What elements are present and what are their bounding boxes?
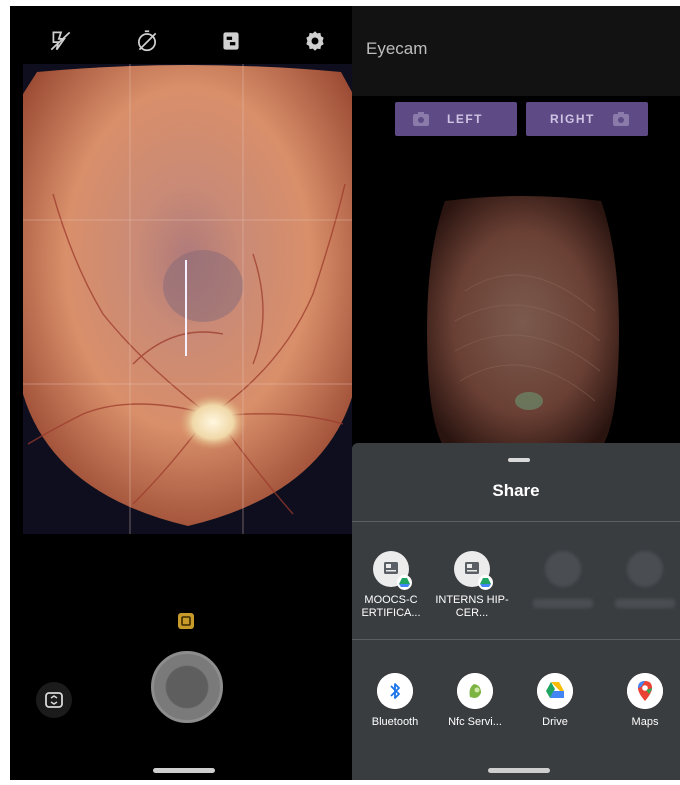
camera-screen [10, 6, 352, 780]
gesture-nav-handle[interactable] [153, 768, 215, 773]
app-title: Eyecam [366, 39, 428, 58]
switch-camera-icon [45, 692, 63, 708]
document-icon [454, 551, 493, 590]
share-target-moocs-certificate[interactable]: MOOCS-C ERTIFICA... [354, 551, 428, 620]
flash-auto-icon[interactable] [175, 610, 197, 632]
bluetooth-icon [377, 673, 413, 709]
placeholder-label [615, 599, 675, 608]
settings-icon[interactable] [302, 28, 328, 54]
divider [352, 521, 680, 522]
placeholder-label [533, 599, 593, 608]
drive-badge-icon [478, 575, 493, 590]
google-maps-icon [627, 673, 663, 709]
eyecam-screen: Eyecam LEFT RIGHT Share MOOCS-C ERTIFICA… [352, 6, 680, 780]
timer-off-icon[interactable] [134, 28, 160, 54]
sheet-drag-handle[interactable] [508, 458, 530, 462]
share-target-placeholder [608, 551, 680, 608]
share-app-nfc-service[interactable]: Nfc Servi... [438, 673, 512, 729]
share-app-label: Drive [542, 716, 568, 728]
share-target-label: INTERNS HIP-CER... [435, 594, 509, 619]
share-title: Share [492, 481, 540, 500]
left-eye-label: LEFT [447, 112, 483, 126]
right-eye-button[interactable]: RIGHT [526, 102, 648, 136]
nfc-service-icon [457, 673, 493, 709]
share-app-label: Nfc Servi... [448, 716, 502, 728]
share-app-maps[interactable]: Maps [608, 673, 680, 729]
left-eye-button[interactable]: LEFT [395, 102, 517, 136]
google-drive-icon [537, 673, 573, 709]
placeholder-icon [627, 551, 663, 587]
camera-icon [612, 111, 630, 127]
camera-icon [412, 111, 430, 127]
app-bar: Eyecam [352, 6, 680, 96]
share-app-bluetooth[interactable]: Bluetooth [358, 673, 432, 729]
share-app-drive[interactable]: Drive [518, 673, 592, 729]
drive-badge-icon [397, 575, 412, 590]
divider [352, 639, 680, 640]
share-app-label: Maps [631, 716, 659, 728]
gesture-nav-handle[interactable] [488, 768, 550, 773]
document-icon [373, 551, 412, 590]
aspect-ratio-icon[interactable] [218, 28, 244, 54]
share-app-label: Bluetooth [371, 716, 419, 728]
right-eye-label: RIGHT [550, 112, 595, 126]
share-sheet: Share MOOCS-C ERTIFICA... INTERNS HIP-CE… [352, 443, 680, 780]
flash-off-icon[interactable] [48, 28, 74, 54]
fundus-viewfinder[interactable] [23, 64, 352, 534]
share-target-label: MOOCS-C ERTIFICA... [361, 594, 421, 619]
share-target-placeholder [526, 551, 600, 608]
captured-fundus-preview[interactable] [425, 191, 621, 451]
placeholder-icon [545, 551, 581, 587]
shutter-button[interactable] [151, 651, 223, 723]
switch-camera-button[interactable] [36, 682, 72, 718]
share-target-internship-certificate[interactable]: INTERNS HIP-CER... [435, 551, 509, 620]
